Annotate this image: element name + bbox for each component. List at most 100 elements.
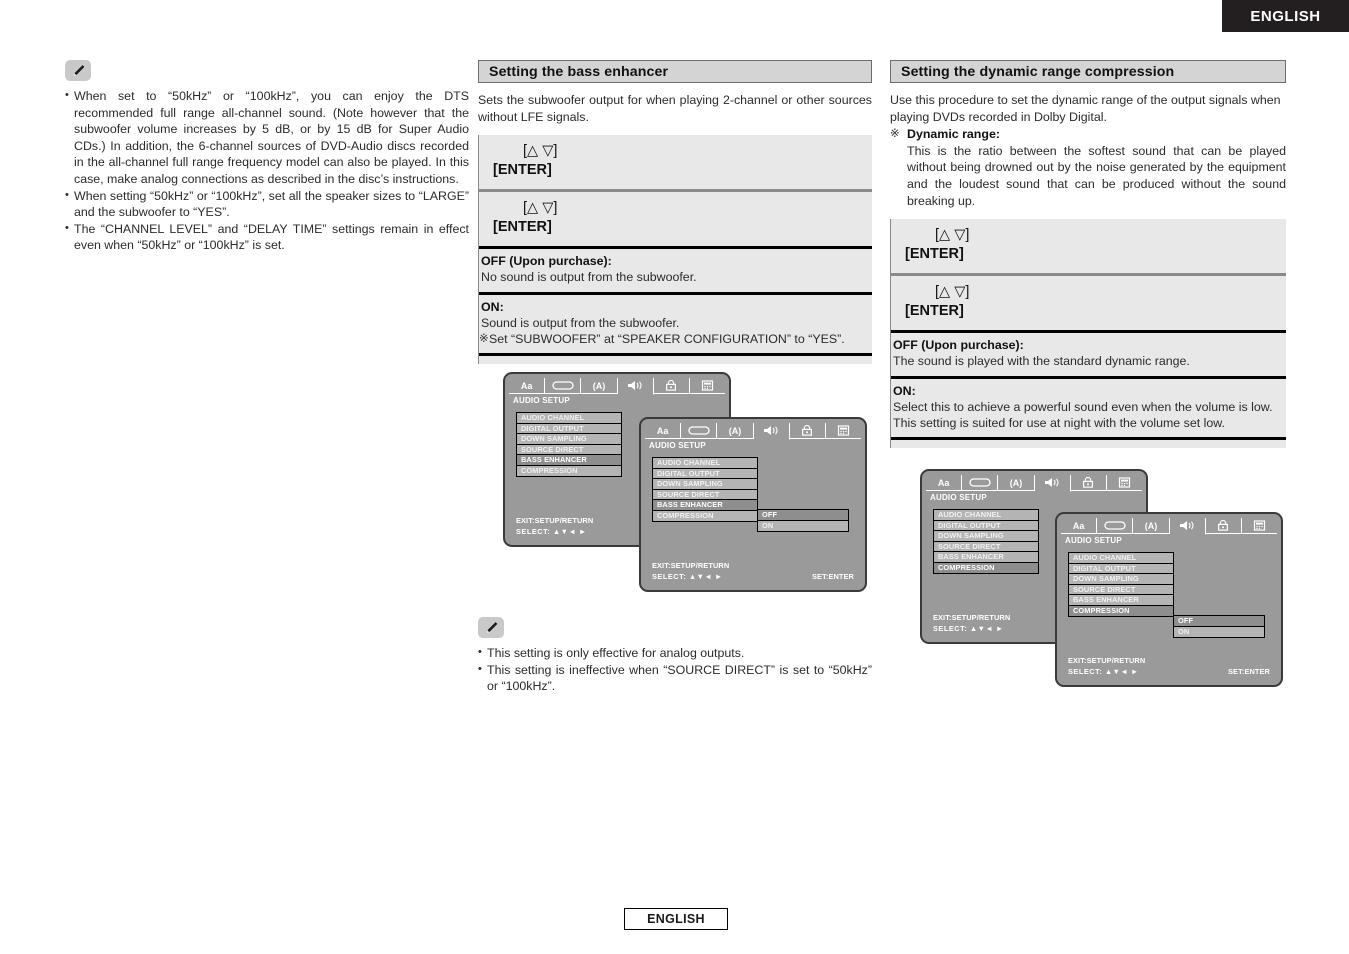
osd-footer-select: SELECT: ▲▼◄ ► — [933, 624, 1004, 633]
osd-footer: EXIT:SETUP/RETURN SELECT: ▲▼◄ ► SET:ENTE… — [1068, 656, 1270, 676]
osd-value-option-selected[interactable]: OFF — [758, 510, 848, 521]
osd-tab-parental-icon[interactable]: (A) — [717, 423, 754, 438]
osd-menu-item[interactable]: SOURCE DIRECT — [517, 444, 621, 455]
osd-value-option[interactable]: ON — [1174, 626, 1264, 637]
osd-menu-item[interactable]: AUDIO CHANNEL — [653, 458, 757, 469]
osd-menu-item[interactable]: SOURCE DIRECT — [653, 489, 757, 500]
osd-tab-parental-icon[interactable]: (A) — [1133, 518, 1170, 533]
osd-menu-item[interactable]: AUDIO CHANNEL — [1069, 553, 1173, 564]
definition-title: Dynamic range: — [907, 127, 1000, 142]
definition-body: This is the ratio between the softest so… — [907, 143, 1286, 208]
osd-tab-disc-icon[interactable] — [681, 423, 718, 438]
osd-value-list: OFF ON — [1173, 615, 1265, 638]
pencil-note-icon — [65, 60, 91, 81]
option-description: This setting is suited for use at night … — [893, 415, 1225, 430]
osd-tab-lock-icon[interactable] — [1206, 518, 1242, 533]
osd-menu-item[interactable]: BASS ENHANCER — [934, 552, 1038, 563]
osd-footer-select: SELECT: ▲▼◄ ► — [1068, 667, 1139, 676]
right-osd-screens: Aa (A) AUDIO SETUP AUDIO CHANNEL DIGITAL… — [890, 460, 1290, 700]
osd-tab-language[interactable]: Aa — [645, 423, 682, 438]
osd-menu-list: AUDIO CHANNEL DIGITAL OUTPUT DOWN SAMPLI… — [1068, 552, 1174, 617]
option-block-on: ON: Select this to achieve a powerful so… — [891, 375, 1286, 438]
osd-tab-lock-icon[interactable] — [790, 423, 826, 438]
osd-menu-item[interactable]: SOURCE DIRECT — [1069, 584, 1173, 595]
section-intro-text: Sets the subwoofer output for when playi… — [478, 93, 872, 124]
osd-menu-item[interactable]: DOWN SAMPLING — [1069, 574, 1173, 585]
footer-language-label: ENGLISH — [647, 912, 705, 926]
osd-menu-item[interactable]: DOWN SAMPLING — [934, 531, 1038, 542]
osd-menu-item[interactable]: AUDIO CHANNEL — [934, 510, 1038, 521]
option-description: Select this to achieve a powerful sound … — [893, 399, 1273, 414]
osd-screen-title: AUDIO SETUP — [513, 396, 570, 405]
osd-menu-list: AUDIO CHANNEL DIGITAL OUTPUT DOWN SAMPLI… — [652, 457, 758, 522]
osd-menu-item-selected[interactable]: COMPRESSION — [934, 562, 1038, 573]
osd-tab-language[interactable]: Aa — [509, 378, 546, 393]
osd-tab-audio-icon[interactable] — [753, 423, 790, 440]
osd-tab-display-icon[interactable] — [1107, 475, 1142, 490]
osd-screen-title: AUDIO SETUP — [1065, 536, 1122, 545]
osd-tab-audio-icon[interactable] — [1169, 518, 1206, 535]
left-column: When set to “50kHz” or “100kHz”, you can… — [65, 60, 469, 254]
osd-menu-item-selected[interactable]: COMPRESSION — [1069, 605, 1173, 616]
osd-menu-item[interactable]: DOWN SAMPLING — [653, 479, 757, 490]
procedure-steps-bass: [△ ▽] [ENTER] [△ ▽] [ENTER] OFF (Upon pu… — [478, 135, 872, 365]
osd-tab-disc-icon[interactable] — [1097, 518, 1134, 533]
osd-value-option[interactable]: ON — [758, 520, 848, 531]
osd-footer-set: SET:ENTER — [1228, 667, 1270, 676]
osd-tab-lock-icon[interactable] — [654, 378, 690, 393]
osd-tab-display-icon[interactable] — [1242, 518, 1277, 533]
osd-menu-item[interactable]: DIGITAL OUTPUT — [934, 520, 1038, 531]
option-description: The sound is played with the standard dy… — [893, 354, 1190, 369]
list-item: When set to “50kHz” or “100kHz”, you can… — [65, 87, 469, 188]
osd-menu-item[interactable]: COMPRESSION — [517, 465, 621, 476]
osd-menu-item[interactable]: BASS ENHANCER — [1069, 595, 1173, 606]
option-subnote-text: Set “SUBWOOFER” at “SPEAKER CONFIGURATIO… — [489, 332, 845, 346]
list-item: This setting is ineffective when “SOURCE… — [478, 661, 872, 695]
option-subnote: ※ Set “SUBWOOFER” at “SPEAKER CONFIGURAT… — [479, 331, 872, 347]
osd-tab-disc-icon[interactable] — [545, 378, 582, 393]
osd-value-option-selected[interactable]: OFF — [1174, 616, 1264, 627]
osd-tab-lock-icon[interactable] — [1071, 475, 1107, 490]
osd-tab-audio-icon[interactable] — [617, 378, 654, 395]
osd-menu-item[interactable]: COMPRESSION — [653, 510, 757, 521]
language-banner-label: ENGLISH — [1250, 7, 1321, 25]
osd-tab-display-icon[interactable] — [826, 423, 861, 438]
osd-menu-item[interactable]: DIGITAL OUTPUT — [653, 468, 757, 479]
osd-menu-list: AUDIO CHANNEL DIGITAL OUTPUT DOWN SAMPLI… — [516, 412, 622, 477]
list-item: This setting is only effective for analo… — [478, 644, 872, 662]
reference-mark-icon: ※ — [890, 128, 900, 141]
osd-menu-item[interactable]: SOURCE DIRECT — [934, 541, 1038, 552]
pencil-note-icon — [478, 617, 504, 638]
option-description: Sound is output from the subwoofer. — [481, 315, 680, 330]
step-arrow-keys: [△ ▽] — [935, 227, 970, 244]
osd-footer-exit: EXIT:SETUP/RETURN — [1068, 656, 1146, 665]
osd-footer-select: SELECT: ▲▼◄ ► — [652, 572, 723, 581]
step-enter-key: [ENTER] — [493, 219, 552, 236]
osd-footer-select: SELECT: ▲▼◄ ► — [516, 527, 587, 536]
osd-tab-audio-icon[interactable] — [1034, 475, 1071, 492]
osd-tab-language[interactable]: Aa — [926, 475, 963, 490]
osd-tab-parental-icon[interactable]: (A) — [581, 378, 618, 393]
osd-menu-item[interactable]: DIGITAL OUTPUT — [1069, 563, 1173, 574]
step-arrow-keys: [△ ▽] — [935, 284, 970, 301]
option-title: ON: — [893, 383, 916, 398]
osd-tab-disc-icon[interactable] — [962, 475, 999, 490]
osd-tab-label-aa: Aa — [1072, 520, 1085, 531]
procedure-step: [△ ▽] [ENTER] — [479, 135, 872, 190]
left-note-list: When set to “50kHz” or “100kHz”, you can… — [65, 87, 469, 254]
osd-tab-label-aa: Aa — [656, 425, 669, 436]
osd-menu-item-selected[interactable]: BASS ENHANCER — [517, 455, 621, 466]
middle-notes-block: This setting is only effective for analo… — [478, 617, 872, 695]
procedure-end-rule — [891, 437, 1286, 449]
osd-menu-item[interactable]: AUDIO CHANNEL — [517, 413, 621, 424]
option-block-off: OFF (Upon purchase): No sound is output … — [479, 246, 872, 292]
osd-tab-display-icon[interactable] — [690, 378, 725, 393]
osd-menu-item[interactable]: DOWN SAMPLING — [517, 434, 621, 445]
step-enter-key: [ENTER] — [493, 162, 552, 179]
osd-menu-item[interactable]: DIGITAL OUTPUT — [517, 423, 621, 434]
procedure-end-rule — [479, 353, 872, 365]
osd-tab-language[interactable]: Aa — [1061, 518, 1098, 533]
list-item: The “CHANNEL LEVEL” and “DELAY TIME” set… — [65, 220, 469, 254]
osd-tab-parental-icon[interactable]: (A) — [998, 475, 1035, 490]
osd-menu-item-selected[interactable]: BASS ENHANCER — [653, 500, 757, 511]
